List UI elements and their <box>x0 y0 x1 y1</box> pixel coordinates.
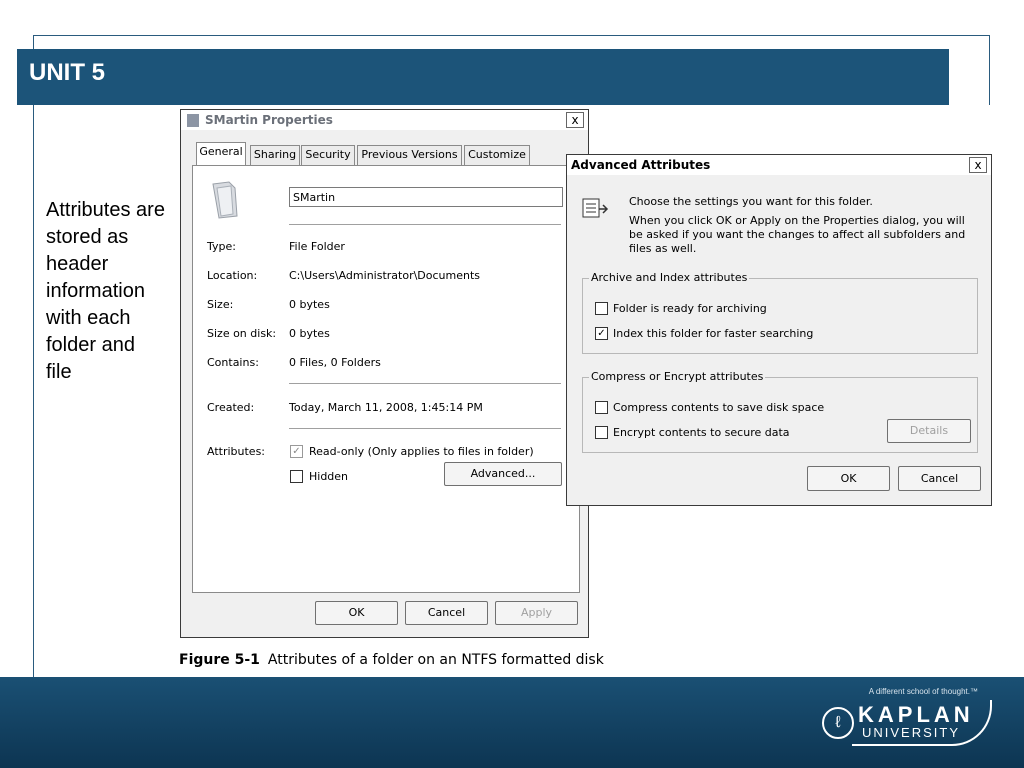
compress-group-title: Compress or Encrypt attributes <box>589 370 766 383</box>
readonly-label: Read-only (Only applies to files in fold… <box>309 445 534 458</box>
advanced-intro-1: Choose the settings you want for this fo… <box>629 195 873 208</box>
close-button[interactable]: x <box>566 112 584 128</box>
tab-general[interactable]: General <box>196 142 246 166</box>
details-button[interactable]: Details <box>887 419 971 443</box>
apply-button[interactable]: Apply <box>495 601 578 625</box>
compress-encrypt-group: Compress or Encrypt attributes Compress … <box>582 370 978 453</box>
tab-sharing[interactable]: Sharing <box>250 145 300 165</box>
properties-dialog: SMartin Properties x General Sharing Sec… <box>180 109 589 638</box>
size-on-disk-label: Size on disk: <box>207 327 277 340</box>
slide-frame-right <box>989 35 990 105</box>
separator <box>289 383 561 384</box>
compress-checkbox[interactable] <box>595 401 608 414</box>
type-label: Type: <box>207 240 236 253</box>
location-value: C:\Users\Administrator\Documents <box>289 269 481 282</box>
encrypt-checkbox[interactable] <box>595 426 608 439</box>
close-button[interactable]: x <box>969 157 987 173</box>
figure-caption-text: Attributes of a folder on an NTFS format… <box>267 652 604 668</box>
unit-title: UNIT 5 <box>29 59 106 86</box>
figure-label: Figure 5-1 <box>179 652 260 668</box>
tab-previous-versions[interactable]: Previous Versions <box>357 145 462 165</box>
created-value: Today, March 11, 2008, 1:45:14 PM <box>289 401 483 414</box>
figure-caption: Figure 5-1 Attributes of a folder on an N… <box>179 652 604 668</box>
footer-tagline: A different school of thought.™ <box>868 687 978 696</box>
ok-button[interactable]: OK <box>315 601 398 625</box>
advanced-button[interactable]: Advanced... <box>444 462 562 486</box>
advanced-title: Advanced Attributes <box>571 158 711 172</box>
folder-large-icon <box>212 181 238 219</box>
hidden-checkbox[interactable] <box>290 470 303 483</box>
slide-frame-left <box>33 35 34 677</box>
kaplan-logo-icon: ℓ <box>822 707 854 739</box>
header-bar <box>17 49 949 105</box>
advanced-titlebar: Advanced Attributes x <box>567 155 991 175</box>
logo-subtitle: UNIVERSITY <box>862 725 961 740</box>
attributes-icon <box>582 198 609 218</box>
contains-value: 0 Files, 0 Folders <box>289 356 381 369</box>
archive-label: Folder is ready for archiving <box>613 302 767 315</box>
attributes-label: Attributes: <box>207 445 266 458</box>
separator <box>289 428 561 429</box>
index-checkbox[interactable]: ✓ <box>595 327 608 340</box>
advanced-attributes-dialog: Advanced Attributes x Choose the setting… <box>566 154 992 506</box>
contains-label: Contains: <box>207 356 259 369</box>
side-text: Attributes are stored as header informat… <box>46 199 165 383</box>
separator <box>289 224 561 225</box>
folder-name-input[interactable] <box>289 187 563 207</box>
archive-index-group: Archive and Index attributes Folder is r… <box>582 271 978 354</box>
tab-security[interactable]: Security <box>301 145 355 165</box>
created-label: Created: <box>207 401 255 414</box>
size-label: Size: <box>207 298 234 311</box>
tab-customize[interactable]: Customize <box>464 145 530 165</box>
archive-group-title: Archive and Index attributes <box>589 271 750 284</box>
index-label: Index this folder for faster searching <box>613 327 814 340</box>
size-on-disk-value: 0 bytes <box>289 327 330 340</box>
hidden-label: Hidden <box>309 470 349 483</box>
properties-title: SMartin Properties <box>205 113 333 127</box>
cancel-button[interactable]: Cancel <box>405 601 488 625</box>
location-label: Location: <box>207 269 258 282</box>
general-tab-panel: Type: File Folder Location: C:\Users\Adm… <box>192 165 580 593</box>
cancel-button[interactable]: Cancel <box>898 466 981 491</box>
type-value: File Folder <box>289 240 345 253</box>
advanced-intro-2: When you click OK or Apply on the Proper… <box>629 214 966 255</box>
compress-label: Compress contents to save disk space <box>613 401 825 414</box>
ok-button[interactable]: OK <box>807 466 890 491</box>
folder-icon <box>187 114 199 127</box>
readonly-checkbox[interactable]: ✓ <box>290 445 303 458</box>
encrypt-label: Encrypt contents to secure data <box>613 426 790 439</box>
size-value: 0 bytes <box>289 298 330 311</box>
slide-frame-top <box>33 35 990 36</box>
archive-checkbox[interactable] <box>595 302 608 315</box>
properties-titlebar: SMartin Properties x <box>181 110 588 130</box>
